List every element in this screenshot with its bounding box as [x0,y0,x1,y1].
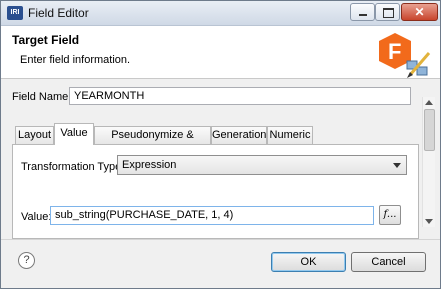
field-name-label: Field Name: [12,91,72,103]
field-editor-window: IRI Field Editor ✕ Target Field Enter fi… [0,0,441,289]
transformation-type-select[interactable]: Expression [117,155,407,175]
maximize-button[interactable] [375,3,400,21]
tab-pseudonymize-restore[interactable]: Pseudonymize & Restore [94,126,211,158]
wizard-header: Target Field Enter field information. F [1,26,440,79]
window-title: Field Editor [28,6,89,20]
tab-layout[interactable]: Layout [15,126,54,144]
chevron-down-icon [393,163,401,168]
page-subtitle: Enter field information. [20,54,131,66]
title-bar[interactable]: IRI Field Editor ✕ [1,1,440,26]
tab-generation[interactable]: Generation [211,126,267,144]
tab-numeric[interactable]: Numeric [267,126,313,144]
minimize-button[interactable] [350,3,375,21]
field-wizard-logo-icon: F [379,33,431,78]
vertical-scrollbar[interactable] [422,97,435,227]
cancel-button[interactable]: Cancel [351,252,426,272]
transformation-type-value: Expression [122,159,177,171]
footer-divider [1,239,440,240]
field-name-input[interactable]: YEARMONTH [69,87,411,105]
close-button[interactable]: ✕ [401,3,438,21]
close-icon: ✕ [414,5,425,19]
svg-text:F: F [388,39,401,64]
transformation-type-label: Transformation Type: [21,161,125,173]
tab-value[interactable]: Value [54,123,94,145]
expression-builder-button[interactable]: f... [379,205,401,225]
scroll-down-icon[interactable] [425,219,433,224]
help-icon[interactable]: ? [18,252,35,269]
ok-button[interactable]: OK [271,252,346,272]
value-label: Value: [21,211,52,223]
value-expression-input[interactable]: sub_string(PURCHASE_DATE, 1, 4) [50,206,374,225]
app-logo-icon: IRI [7,6,23,20]
page-title: Target Field [12,33,80,47]
scroll-up-icon[interactable] [425,100,433,105]
scroll-thumb[interactable] [424,109,435,151]
